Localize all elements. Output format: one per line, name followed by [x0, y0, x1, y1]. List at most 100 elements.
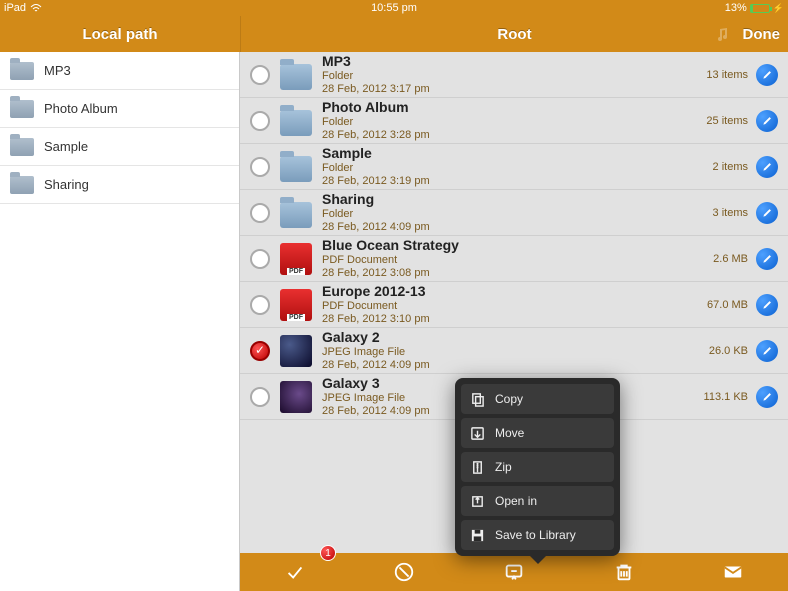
sidebar-item-label: MP3: [44, 63, 71, 78]
folder-icon: [10, 100, 34, 118]
status-bar: iPad 10:55 pm 13% ⚡: [0, 0, 788, 16]
popover-item-copy[interactable]: Copy: [461, 384, 614, 414]
cancel-button[interactable]: [391, 559, 417, 585]
edit-button[interactable]: [756, 156, 778, 178]
selection-badge: 1: [320, 545, 336, 561]
move-icon: [469, 425, 485, 441]
select-circle[interactable]: [250, 111, 270, 131]
file-info: Galaxy 2JPEG Image File28 Feb, 2012 4:09…: [322, 329, 688, 372]
file-row[interactable]: SharingFolder28 Feb, 2012 4:09 pm3 items: [240, 190, 788, 236]
charging-icon: ⚡: [773, 3, 784, 14]
popover-label: Save to Library: [495, 528, 576, 542]
wifi-icon: [30, 3, 42, 13]
select-all-button[interactable]: [282, 559, 308, 585]
file-row[interactable]: Blue Ocean StrategyPDF Document28 Feb, 2…: [240, 236, 788, 282]
image-thumbnail: [280, 335, 312, 367]
popover-label: Copy: [495, 392, 523, 406]
file-name: MP3: [322, 53, 688, 70]
select-circle[interactable]: [250, 203, 270, 223]
done-button[interactable]: Done: [743, 16, 781, 52]
delete-button[interactable]: [611, 559, 637, 585]
edit-button[interactable]: [756, 248, 778, 270]
select-circle[interactable]: [250, 387, 270, 407]
file-type: PDF Document: [322, 300, 688, 313]
sidebar-item[interactable]: Photo Album: [0, 90, 239, 128]
select-circle[interactable]: [250, 65, 270, 85]
folder-icon: [280, 110, 312, 136]
file-name: Sample: [322, 145, 688, 162]
folder-icon: [10, 138, 34, 156]
edit-button[interactable]: [756, 64, 778, 86]
file-date: 28 Feb, 2012 4:09 pm: [322, 359, 688, 372]
file-row[interactable]: Galaxy 2JPEG Image File28 Feb, 2012 4:09…: [240, 328, 788, 374]
file-row[interactable]: MP3Folder28 Feb, 2012 3:17 pm13 items: [240, 52, 788, 98]
file-meta: 2 items: [688, 161, 748, 173]
file-date: 28 Feb, 2012 3:19 pm: [322, 175, 688, 188]
pdf-icon: [280, 289, 312, 321]
select-circle[interactable]: [250, 341, 270, 361]
select-circle[interactable]: [250, 295, 270, 315]
main-title: Root: [497, 26, 531, 43]
file-meta: 26.0 KB: [688, 345, 748, 357]
edit-button[interactable]: [756, 386, 778, 408]
popover-item-zip[interactable]: Zip: [461, 452, 614, 482]
popover-item-openin[interactable]: Open in: [461, 486, 614, 516]
popover-label: Zip: [495, 460, 512, 474]
sidebar-title: Local path: [0, 16, 240, 52]
file-date: 28 Feb, 2012 3:10 pm: [322, 313, 688, 326]
file-row[interactable]: Europe 2012-13PDF Document28 Feb, 2012 3…: [240, 282, 788, 328]
folder-icon: [10, 62, 34, 80]
file-row[interactable]: Photo AlbumFolder28 Feb, 2012 3:28 pm25 …: [240, 98, 788, 144]
folder-icon: [280, 202, 312, 228]
file-type: JPEG Image File: [322, 346, 688, 359]
file-info: Europe 2012-13PDF Document28 Feb, 2012 3…: [322, 283, 688, 326]
file-name: Photo Album: [322, 99, 688, 116]
folder-icon: [10, 176, 34, 194]
pdf-icon: [280, 243, 312, 275]
file-name: Sharing: [322, 191, 688, 208]
battery-icon: [750, 4, 770, 13]
sidebar-item[interactable]: MP3: [0, 52, 239, 90]
sidebar-item-label: Photo Album: [44, 101, 118, 116]
save-icon: [469, 527, 485, 543]
file-name: Galaxy 2: [322, 329, 688, 346]
file-info: SampleFolder28 Feb, 2012 3:19 pm: [322, 145, 688, 188]
sidebar-item[interactable]: Sharing: [0, 166, 239, 204]
select-circle[interactable]: [250, 249, 270, 269]
file-type: Folder: [322, 70, 688, 83]
file-info: SharingFolder28 Feb, 2012 4:09 pm: [322, 191, 688, 234]
edit-button[interactable]: [756, 340, 778, 362]
file-date: 28 Feb, 2012 3:28 pm: [322, 129, 688, 142]
file-row[interactable]: SampleFolder28 Feb, 2012 3:19 pm2 items: [240, 144, 788, 190]
edit-button[interactable]: [756, 110, 778, 132]
popover-label: Move: [495, 426, 524, 440]
sidebar: MP3 Photo Album Sample Sharing: [0, 52, 240, 591]
file-date: 28 Feb, 2012 4:09 pm: [322, 221, 688, 234]
file-type: Folder: [322, 162, 688, 175]
popover-label: Open in: [495, 494, 537, 508]
copy-icon: [469, 391, 485, 407]
file-meta: 113.1 KB: [688, 391, 748, 403]
file-info: Photo AlbumFolder28 Feb, 2012 3:28 pm: [322, 99, 688, 142]
bottom-toolbar: 1: [240, 553, 788, 591]
popover-item-save[interactable]: Save to Library: [461, 520, 614, 550]
popover-item-move[interactable]: Move: [461, 418, 614, 448]
file-meta: 67.0 MB: [688, 299, 748, 311]
folder-icon: [280, 64, 312, 90]
image-thumbnail: [280, 381, 312, 413]
edit-button[interactable]: [756, 202, 778, 224]
header-bar: Local path Root Done: [0, 16, 788, 52]
actions-button[interactable]: [501, 559, 527, 585]
mail-button[interactable]: [720, 559, 746, 585]
file-meta: 2.6 MB: [688, 253, 748, 265]
sidebar-item-label: Sample: [44, 139, 88, 154]
file-info: Blue Ocean StrategyPDF Document28 Feb, 2…: [322, 237, 688, 280]
sidebar-item[interactable]: Sample: [0, 128, 239, 166]
music-icon[interactable]: [714, 16, 730, 52]
edit-button[interactable]: [756, 294, 778, 316]
select-circle[interactable]: [250, 157, 270, 177]
file-name: Europe 2012-13: [322, 283, 688, 300]
action-popover: Copy Move Zip Open in Save to Library: [455, 378, 620, 556]
file-type: Folder: [322, 208, 688, 221]
clock: 10:55 pm: [371, 2, 417, 14]
